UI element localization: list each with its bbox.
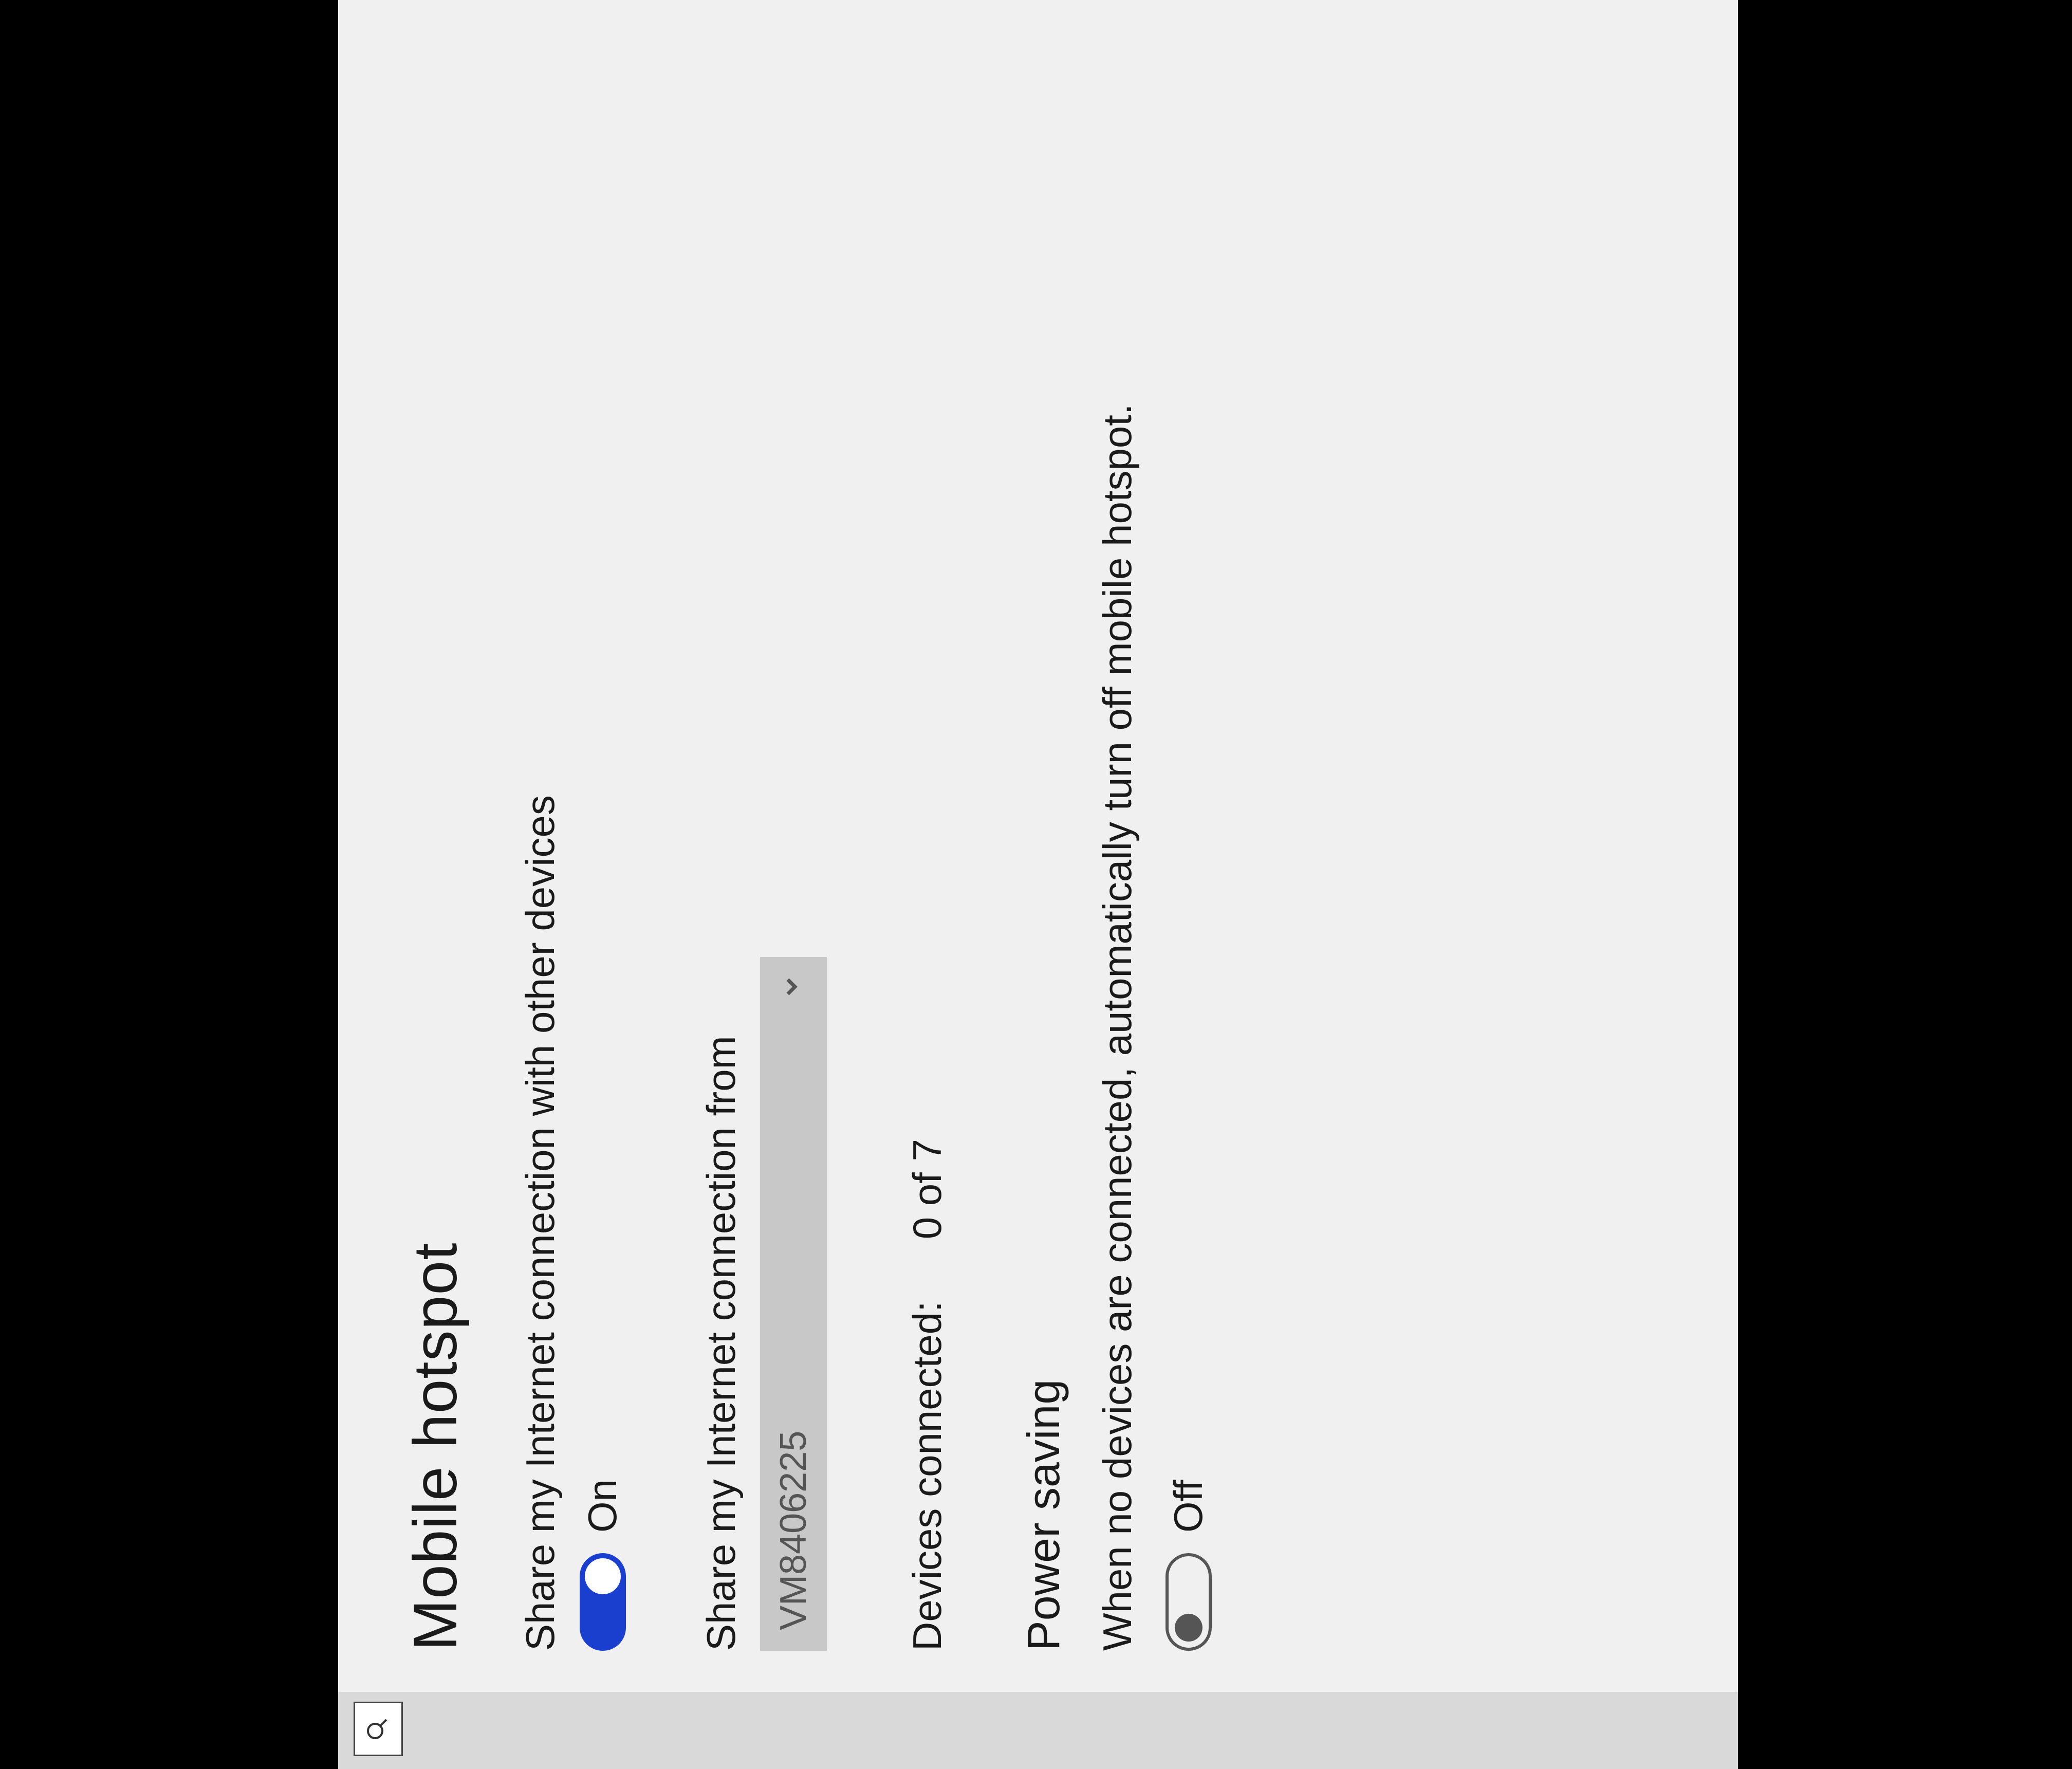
devices-connected-value: 0 of 7 [904,1139,950,1239]
page-title: Mobile hotspot [400,0,471,1651]
power-saving-toggle[interactable] [1166,1553,1212,1651]
search-icon [365,1717,392,1741]
settings-sidebar [338,1692,1738,1769]
share-from-selected: VM8406225 [772,1431,815,1630]
share-connection-toggle[interactable] [580,1553,626,1651]
share-connection-label: Share my Internet connection with other … [517,0,564,1651]
devices-connected-label: Devices connected: [904,1301,950,1651]
power-saving-description: When no devices are connected, automatic… [1090,6,1144,1651]
share-from-dropdown[interactable]: VM8406225 [760,957,827,1651]
power-saving-toggle-state: Off [1165,1480,1212,1533]
share-from-label: Share my Internet connection from [698,0,745,1651]
share-connection-toggle-state: On [579,1479,626,1533]
power-saving-title: Power saving [1017,0,1070,1651]
settings-content: Mobile hotspot Share my Internet connect… [400,0,1284,1651]
chevron-down-icon [772,972,815,1001]
search-input[interactable] [354,1702,403,1756]
